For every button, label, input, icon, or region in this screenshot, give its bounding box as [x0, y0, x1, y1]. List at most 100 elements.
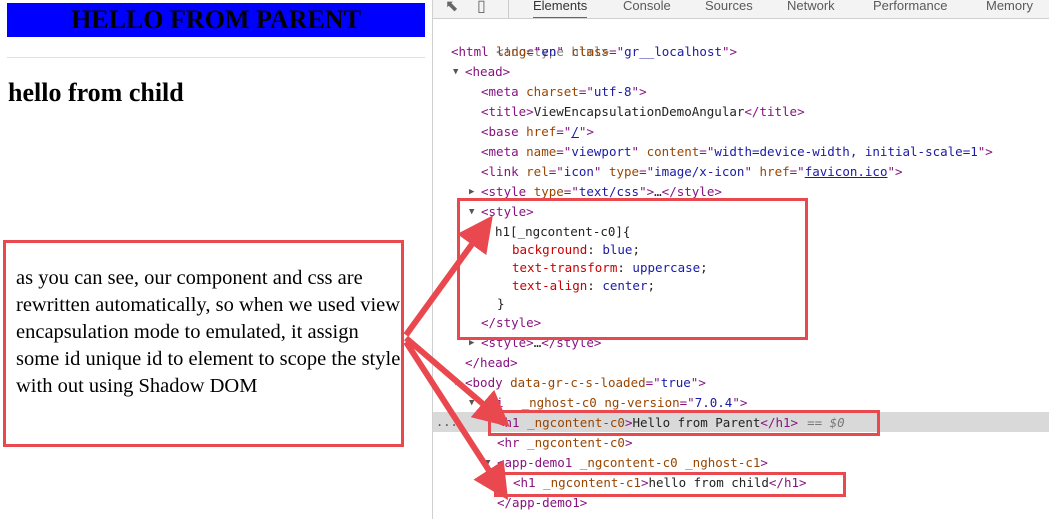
- tag-open: <base: [481, 124, 527, 139]
- tab-elements[interactable]: Elements: [533, 0, 588, 18]
- title-text: ViewEncapsulationDemoAngular: [533, 104, 745, 119]
- head-close-tag: </head>: [465, 355, 518, 370]
- expand-triangle-icon[interactable]: ▼: [453, 62, 458, 82]
- tag-close: ">: [977, 144, 993, 159]
- tag-close: ">: [722, 44, 738, 59]
- tag-close: ">: [639, 184, 655, 199]
- attr-quote: ": [593, 164, 609, 179]
- attr-value: viewport: [571, 144, 632, 159]
- tab-console[interactable]: Console: [623, 0, 671, 17]
- attr-name: ng-version: [604, 395, 680, 410]
- tag-close: >: [624, 435, 633, 450]
- attr-name: name: [526, 144, 557, 159]
- tab-network[interactable]: Network: [787, 0, 835, 17]
- tag-close: </title>: [744, 104, 805, 119]
- attr-name: _nghost-c1: [685, 455, 761, 470]
- attr-eq: =": [563, 184, 579, 199]
- attr-value: true: [660, 375, 691, 390]
- attr-quote: ": [744, 164, 760, 179]
- dom-line-head-close[interactable]: </head>: [465, 353, 518, 373]
- annotation-text: as you can see, our component and css ar…: [16, 267, 401, 397]
- tag-open: <ji: [481, 395, 504, 410]
- attr-name: class: [571, 44, 610, 59]
- attr-eq: =": [556, 124, 572, 139]
- attr-value: image/x-icon: [654, 164, 745, 179]
- attr-name: content: [646, 144, 700, 159]
- tag-end: </style>: [661, 184, 722, 199]
- parent-h1-highlight-box: [488, 410, 880, 436]
- tag-open: <meta: [481, 84, 527, 99]
- tab-performance[interactable]: Performance: [873, 0, 947, 17]
- attr-value: 7.0.4: [694, 395, 733, 410]
- toolbar-separator: [508, 0, 509, 18]
- attr-name: data-gr-c-s-loaded: [510, 375, 646, 390]
- rendered-page: HELLO FROM PARENT hello from child as yo…: [0, 0, 432, 519]
- dom-line-body[interactable]: <body data-gr-c-s-loaded="true">: [465, 373, 706, 393]
- tag-close: >: [760, 455, 768, 470]
- node-actions-ellipsis[interactable]: ...: [436, 412, 458, 432]
- parent-heading: HELLO FROM PARENT: [7, 3, 425, 37]
- dom-line-html[interactable]: <html lang="en" class="gr__localhost">: [451, 42, 737, 62]
- tag-close: ">: [690, 375, 706, 390]
- head-tag: <head>: [465, 64, 511, 79]
- dom-line-meta-charset[interactable]: <meta charset="utf-8">: [481, 82, 647, 102]
- attr-name: _ngcontent-c0: [579, 455, 686, 470]
- tag-open: <body: [465, 375, 511, 390]
- attr-value: utf-8: [593, 84, 632, 99]
- expand-triangle-icon[interactable]: ▼: [453, 373, 458, 393]
- tag-close: ">: [887, 164, 903, 179]
- app-demo-close-tag: </app-demo1>: [497, 495, 588, 510]
- tab-sources[interactable]: Sources: [705, 0, 753, 17]
- attr-name: _nghost-c0: [521, 395, 605, 410]
- dom-line-head[interactable]: <head>: [465, 62, 510, 82]
- tag-close: ">: [732, 395, 748, 410]
- attr-value: width=device-width, initial-scale=1: [714, 144, 978, 159]
- dom-line-link[interactable]: <link rel="icon" type="image/x-icon" hre…: [481, 162, 903, 182]
- attr-name: type: [608, 164, 640, 179]
- attr-quote: ": [631, 144, 647, 159]
- attr-quote: ": [556, 44, 572, 59]
- attr-eq: =": [609, 44, 625, 59]
- dom-line-title[interactable]: <title>ViewEncapsulationDemoAngular</tit…: [481, 102, 805, 122]
- child-h1-highlight-box: [494, 472, 846, 497]
- style-highlight-box: [457, 198, 808, 340]
- tag-open: <hr: [497, 435, 528, 450]
- expand-triangle-icon[interactable]: ▼: [485, 453, 490, 473]
- annotation-box: as you can see, our component and css ar…: [3, 240, 404, 447]
- attr-value: en: [541, 44, 557, 59]
- attr-name: href: [526, 124, 557, 139]
- dom-line-hr[interactable]: <hr _ngcontent-c0>: [497, 433, 632, 453]
- dom-line-meta-viewport[interactable]: <meta name="viewport" content="width=dev…: [481, 142, 993, 162]
- dom-line-base[interactable]: <base href="/">: [481, 122, 594, 142]
- attr-name: type: [533, 184, 564, 199]
- device-toolbar-icon[interactable]: ▯: [477, 0, 486, 16]
- attr-eq: =": [548, 164, 564, 179]
- attr-eq: =": [679, 395, 695, 410]
- attr-eq: =": [526, 44, 542, 59]
- expand-triangle-icon[interactable]: ▼: [469, 393, 474, 413]
- child-heading: hello from child: [8, 78, 184, 107]
- attr-name: _ngcontent-c0: [527, 435, 625, 450]
- inspect-element-icon[interactable]: ⬉: [445, 0, 458, 16]
- tag-close: ">: [578, 124, 594, 139]
- attr-link[interactable]: /: [571, 124, 579, 139]
- attr-value: text/css: [578, 184, 640, 199]
- attr-name: charset: [526, 84, 579, 99]
- tag-open: <app-demo1: [497, 455, 580, 470]
- tag-open: <link: [481, 164, 527, 179]
- tag-open: <title>: [481, 104, 534, 119]
- page-divider: [7, 57, 425, 58]
- attr-eq: =": [789, 164, 805, 179]
- attr-link[interactable]: favicon.ico: [805, 164, 888, 179]
- collapsed-ellipsis: …: [654, 184, 662, 199]
- dom-line-app-demo[interactable]: <app-demo1 _ngcontent-c0 _nghost-c1>: [497, 453, 768, 473]
- attr-name: lang: [496, 44, 527, 59]
- attr-value: icon: [563, 164, 594, 179]
- tag-close: ">: [631, 84, 647, 99]
- dom-line-doctype[interactable]: <!doctype html>: [451, 22, 609, 59]
- attr-eq: =": [578, 84, 594, 99]
- attr-name: href: [759, 164, 790, 179]
- attr-value: gr__localhost: [624, 44, 722, 59]
- tab-memory[interactable]: Memory: [986, 0, 1033, 17]
- attr-name: rel: [526, 164, 549, 179]
